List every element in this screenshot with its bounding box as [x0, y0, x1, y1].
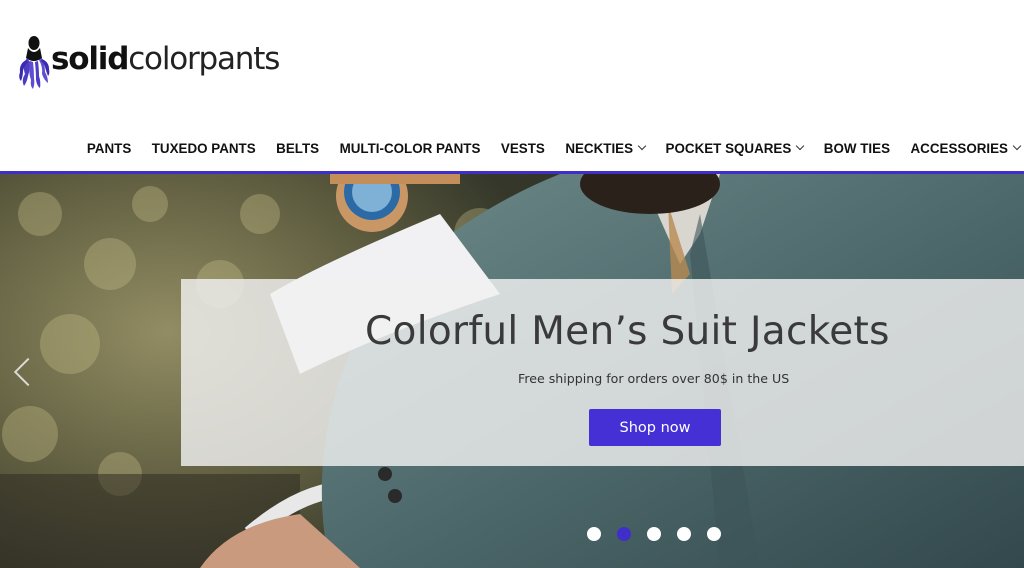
slide-dot-1[interactable]: [587, 527, 601, 541]
hero-slider: Colorful Men’s Suit Jackets Free shippin…: [0, 174, 1024, 568]
nav-item-label: POCKET SQUARES: [665, 140, 792, 156]
nav-item-accessories[interactable]: ACCESSORIES: [910, 140, 1022, 156]
nav-item-label: ACCESSORIES: [910, 140, 1008, 156]
main-nav: PANTS TUXEDO PANTS BELTS MULTI-COLOR PAN…: [66, 138, 1022, 158]
shop-now-button[interactable]: Shop now: [589, 409, 721, 446]
nav-item-vests[interactable]: VESTS: [501, 141, 545, 156]
slide-dot-5[interactable]: [707, 527, 721, 541]
nav-item-belts[interactable]: BELTS: [276, 141, 319, 156]
chevron-down-icon: [1012, 141, 1022, 151]
hero-title: Colorful Men’s Suit Jackets: [365, 309, 890, 354]
brand-name-bold: solid: [51, 40, 129, 77]
nav-item-pants[interactable]: PANTS: [87, 141, 131, 156]
hero-caption-box: Colorful Men’s Suit Jackets Free shippin…: [181, 279, 1024, 466]
chevron-down-icon: [796, 141, 805, 151]
chevron-left-icon[interactable]: [8, 354, 36, 394]
nav-item-label: VESTS: [500, 140, 545, 156]
octopus-logo-icon: [19, 36, 50, 89]
nav-item-label: PANTS: [86, 140, 132, 156]
chevron-down-icon: [637, 141, 647, 151]
logo-link[interactable]: solidcolorpants: [18, 34, 280, 90]
nav-item-label: BOW TIES: [823, 140, 891, 156]
site-header: solidcolorpants PANTS TUXEDO PANTS BELTS…: [0, 0, 1024, 174]
nav-item-label: TUXEDO PANTS: [151, 140, 256, 156]
nav-item-label: BELTS: [276, 140, 320, 156]
slide-dot-2-active[interactable]: [617, 527, 631, 541]
nav-item-neckties[interactable]: NECKTIES: [565, 140, 647, 156]
hero-subtitle: Free shipping for orders over 80$ in the…: [518, 371, 790, 386]
brand-wordmark: solidcolorpants: [51, 40, 280, 77]
nav-item-label: MULTI-COLOR PANTS: [339, 140, 481, 156]
nav-item-multi-color-pants[interactable]: MULTI-COLOR PANTS: [340, 141, 481, 156]
nav-item-pocket-squares[interactable]: POCKET SQUARES: [665, 140, 805, 156]
slider-pagination: [587, 527, 737, 541]
slide-dot-4[interactable]: [677, 527, 691, 541]
brand-name-light: colorpants: [128, 40, 280, 77]
nav-item-label: NECKTIES: [565, 140, 634, 156]
nav-item-tuxedo-pants[interactable]: TUXEDO PANTS: [152, 141, 256, 156]
nav-item-bow-ties[interactable]: BOW TIES: [824, 141, 890, 156]
slide-dot-3[interactable]: [647, 527, 661, 541]
